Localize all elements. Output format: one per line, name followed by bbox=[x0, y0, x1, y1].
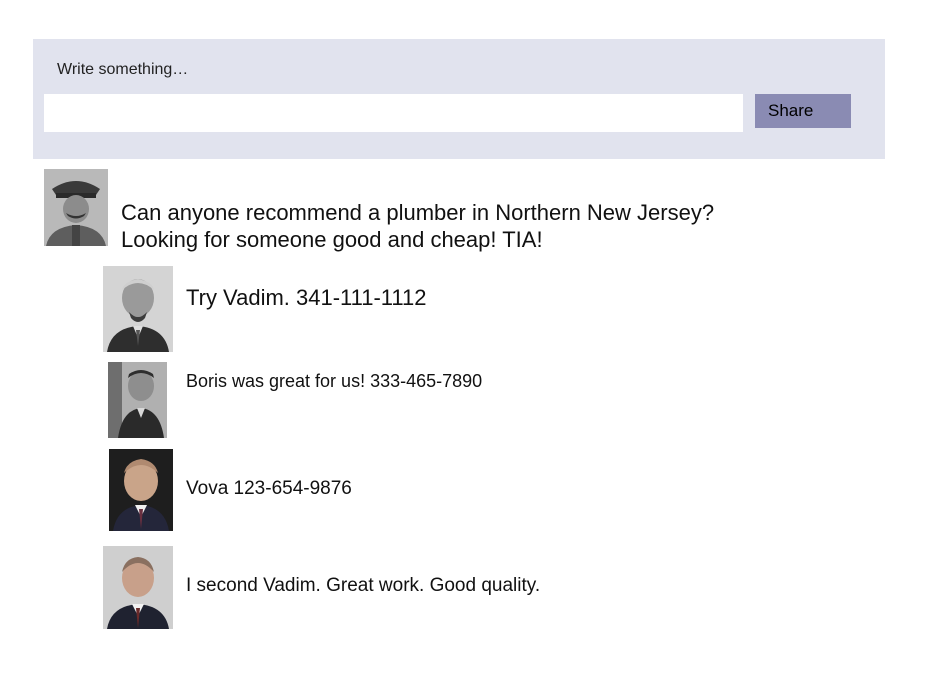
person-portrait-icon bbox=[108, 362, 167, 438]
person-portrait-icon bbox=[44, 169, 108, 246]
person-portrait-icon bbox=[103, 546, 173, 629]
composer-prompt: Write something… bbox=[57, 61, 189, 78]
person-portrait-icon bbox=[103, 266, 173, 352]
post-text: Can anyone recommend a plumber in Northe… bbox=[121, 200, 715, 252]
reply-text: Boris was great for us! 333-465-7890 bbox=[186, 371, 483, 391]
post-composer: Write something… Share bbox=[33, 39, 885, 159]
reply-text: Try Vadim. 341-111-1112 bbox=[186, 285, 427, 310]
person-portrait-icon bbox=[109, 449, 173, 531]
share-button[interactable]: Share bbox=[755, 94, 851, 128]
reply-text: Vova 123-654-9876 bbox=[186, 478, 352, 499]
reply-text: I second Vadim. Great work. Good quality… bbox=[186, 575, 541, 596]
post-input[interactable] bbox=[44, 94, 743, 132]
